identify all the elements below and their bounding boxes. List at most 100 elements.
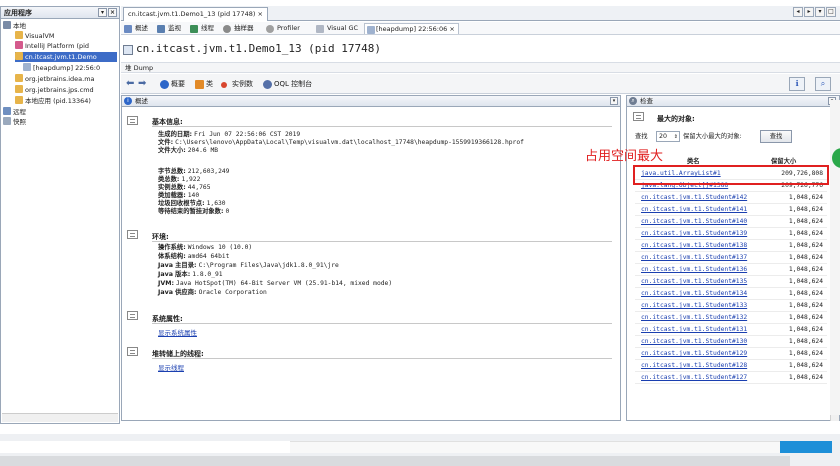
search-icon[interactable]: ⌕ <box>815 77 831 91</box>
tree-item-local[interactable]: 本地 <box>3 21 26 31</box>
class-loaders: 类加载器: 140 <box>158 192 200 199</box>
retained-size: 1,048,624 <box>788 254 823 261</box>
tree-item-demo1[interactable]: cn.itcast.jvm.t1.Demo <box>15 52 117 62</box>
forward-arrow-icon[interactable]: ➡ <box>138 78 146 89</box>
maximize-icon[interactable]: □ <box>826 7 836 17</box>
classes-button[interactable]: 类 <box>195 79 213 90</box>
table-row[interactable]: cn.itcast.jvm.t1.Student#141 1,048,624 <box>635 204 827 216</box>
retained-size: 1,048,624 <box>788 230 823 237</box>
class-name-link[interactable]: cn.itcast.jvm.t1.Student#132 <box>641 312 747 324</box>
table-row[interactable]: cn.itcast.jvm.t1.Student#139 1,048,624 <box>635 228 827 240</box>
tab-prev-icon[interactable]: ◂ <box>793 7 803 17</box>
os: 操作系统: Windows 10 (10.0) <box>158 244 253 251</box>
tree-item-local-app[interactable]: 本地应用 (pid.13364) <box>15 96 91 106</box>
retained-size: 1,048,624 <box>788 266 823 273</box>
class-name-link[interactable]: cn.itcast.jvm.t1.Student#131 <box>641 324 747 336</box>
find-count-stepper[interactable]: 20 ⇕ <box>656 131 680 142</box>
file-size: 文件大小: 204.6 MB <box>158 147 219 154</box>
find-button[interactable]: 查找 <box>760 130 792 143</box>
left-panel-scrollbar[interactable] <box>2 413 118 422</box>
application-icon <box>123 45 133 55</box>
class-name-link[interactable]: cn.itcast.jvm.t1.Student#141 <box>641 204 747 216</box>
tab-overview[interactable]: 概述 <box>124 23 148 34</box>
class-name-link[interactable]: cn.itcast.jvm.t1.Student#142 <box>641 192 747 204</box>
tree-item-idea-main[interactable]: org.jetbrains.idea.ma <box>15 74 95 84</box>
snapshot-icon <box>3 117 11 125</box>
class-name-link[interactable]: cn.itcast.jvm.t1.Student#134 <box>641 288 747 300</box>
table-row[interactable]: cn.itcast.jvm.t1.Student#136 1,048,624 <box>635 264 827 276</box>
main-area: cn.itcast.jvm.t1.Demo1_13 (pid 17748) × … <box>121 6 840 424</box>
table-row[interactable]: cn.itcast.jvm.t1.Student#140 1,048,624 <box>635 216 827 228</box>
stepper-arrows-icon[interactable]: ⇕ <box>674 132 678 142</box>
table-row[interactable]: cn.itcast.jvm.t1.Student#133 1,048,624 <box>635 300 827 312</box>
tree-item-visualvm[interactable]: VisualVM <box>15 31 54 41</box>
class-name-link[interactable]: cn.itcast.jvm.t1.Student#139 <box>641 228 747 240</box>
class-name-link[interactable]: cn.itcast.jvm.t1.Student#127 <box>641 372 747 384</box>
inspect-icon: ⌕ <box>629 97 637 105</box>
tab-profiler[interactable]: Profiler <box>266 23 300 34</box>
tab-sampler[interactable]: 抽样器 <box>223 23 254 34</box>
summary-button[interactable]: 概要 <box>160 79 185 90</box>
tab-list-icon[interactable]: ▾ <box>815 7 825 17</box>
table-row[interactable]: cn.itcast.jvm.t1.Student#131 1,048,624 <box>635 324 827 336</box>
tab-next-icon[interactable]: ▸ <box>804 7 814 17</box>
retained-size: 1,048,624 <box>788 362 823 369</box>
tree-item-remote[interactable]: 远程 <box>3 107 26 117</box>
remote-icon <box>3 107 11 115</box>
divider <box>152 241 612 242</box>
table-row[interactable]: cn.itcast.jvm.t1.Student#130 1,048,624 <box>635 336 827 348</box>
table-row[interactable]: cn.itcast.jvm.t1.Student#134 1,048,624 <box>635 288 827 300</box>
table-row[interactable]: cn.itcast.jvm.t1.Student#135 1,048,624 <box>635 276 827 288</box>
class-name-link[interactable]: cn.itcast.jvm.t1.Student#135 <box>641 276 747 288</box>
total-instances: 实例总数: 44,765 <box>158 184 211 191</box>
largest-objects-title: 最大的对象: <box>657 115 695 123</box>
table-row[interactable]: cn.itcast.jvm.t1.Student#138 1,048,624 <box>635 240 827 252</box>
tree-item-heapdump[interactable]: [heapdump] 22:56:0 <box>23 63 100 73</box>
class-name-link[interactable]: cn.itcast.jvm.t1.Student#140 <box>641 216 747 228</box>
table-row[interactable]: cn.itcast.jvm.t1.Student#132 1,048,624 <box>635 312 827 324</box>
retained-size: 1,048,624 <box>788 242 823 249</box>
taskbar-button[interactable] <box>780 441 832 453</box>
show-threads-link[interactable]: 显示线程 <box>158 362 184 372</box>
tree-item-jps[interactable]: org.jetbrains.jps.cmd <box>15 85 94 95</box>
largest-objects-icon <box>633 112 644 121</box>
tab-visual-gc[interactable]: Visual GC <box>316 23 358 34</box>
table-row[interactable]: cn.itcast.jvm.t1.Student#127 1,048,624 <box>635 372 827 384</box>
inspect-pane-header: ⌕ 检查 ▾ <box>627 96 839 107</box>
class-name-link[interactable]: cn.itcast.jvm.t1.Student#136 <box>641 264 747 276</box>
class-name-link[interactable]: cn.itcast.jvm.t1.Student#128 <box>641 360 747 372</box>
heapdump-icon <box>23 63 31 71</box>
document-tab[interactable]: cn.itcast.jvm.t1.Demo1_13 (pid 17748) × <box>123 7 268 21</box>
threads-icon <box>190 25 198 33</box>
class-name-link[interactable]: cn.itcast.jvm.t1.Student#130 <box>641 336 747 348</box>
instances-button[interactable]: 实例数 <box>221 79 253 90</box>
window-scrollbar[interactable] <box>830 100 840 415</box>
tab-monitor[interactable]: 监视 <box>157 23 181 34</box>
class-name-link[interactable]: cn.itcast.jvm.t1.Student#137 <box>641 252 747 264</box>
oql-console-button[interactable]: OQL 控制台 <box>263 79 312 90</box>
heap-dump-label: 堆 Dump <box>121 62 840 73</box>
pending-finalization: 等待结束的暂挂对象数: 0 <box>158 208 230 215</box>
table-row[interactable]: cn.itcast.jvm.t1.Student#129 1,048,624 <box>635 348 827 360</box>
close-icon[interactable]: × <box>108 8 117 17</box>
divider <box>152 358 612 359</box>
tree-item-snapshots[interactable]: 快照 <box>3 117 26 127</box>
minimize-icon[interactable]: ▾ <box>610 97 618 105</box>
minimize-icon[interactable]: ▾ <box>98 8 107 17</box>
tab-threads[interactable]: 线程 <box>190 23 214 34</box>
back-arrow-icon[interactable]: ⬅ <box>126 78 134 89</box>
class-name-link[interactable]: cn.itcast.jvm.t1.Student#138 <box>641 240 747 252</box>
info-toggle-icon[interactable]: ℹ <box>789 77 805 91</box>
close-tab-icon[interactable]: × <box>257 10 262 18</box>
class-name-link[interactable]: cn.itcast.jvm.t1.Student#133 <box>641 300 747 312</box>
table-row[interactable]: cn.itcast.jvm.t1.Student#142 1,048,624 <box>635 192 827 204</box>
table-row[interactable]: cn.itcast.jvm.t1.Student#128 1,048,624 <box>635 360 827 372</box>
architecture: 体系结构: amd64 64bit <box>158 253 230 260</box>
tab-heapdump[interactable]: [heapdump] 22:56:06 × <box>364 23 459 34</box>
retained-size: 1,048,624 <box>788 302 823 309</box>
class-name-link[interactable]: cn.itcast.jvm.t1.Student#129 <box>641 348 747 360</box>
close-tab-icon[interactable]: × <box>447 25 454 33</box>
tree-item-intellij[interactable]: IntelliJ Platform (pid <box>15 41 89 51</box>
show-system-properties-link[interactable]: 显示系统属性 <box>158 327 197 337</box>
table-row[interactable]: cn.itcast.jvm.t1.Student#137 1,048,624 <box>635 252 827 264</box>
